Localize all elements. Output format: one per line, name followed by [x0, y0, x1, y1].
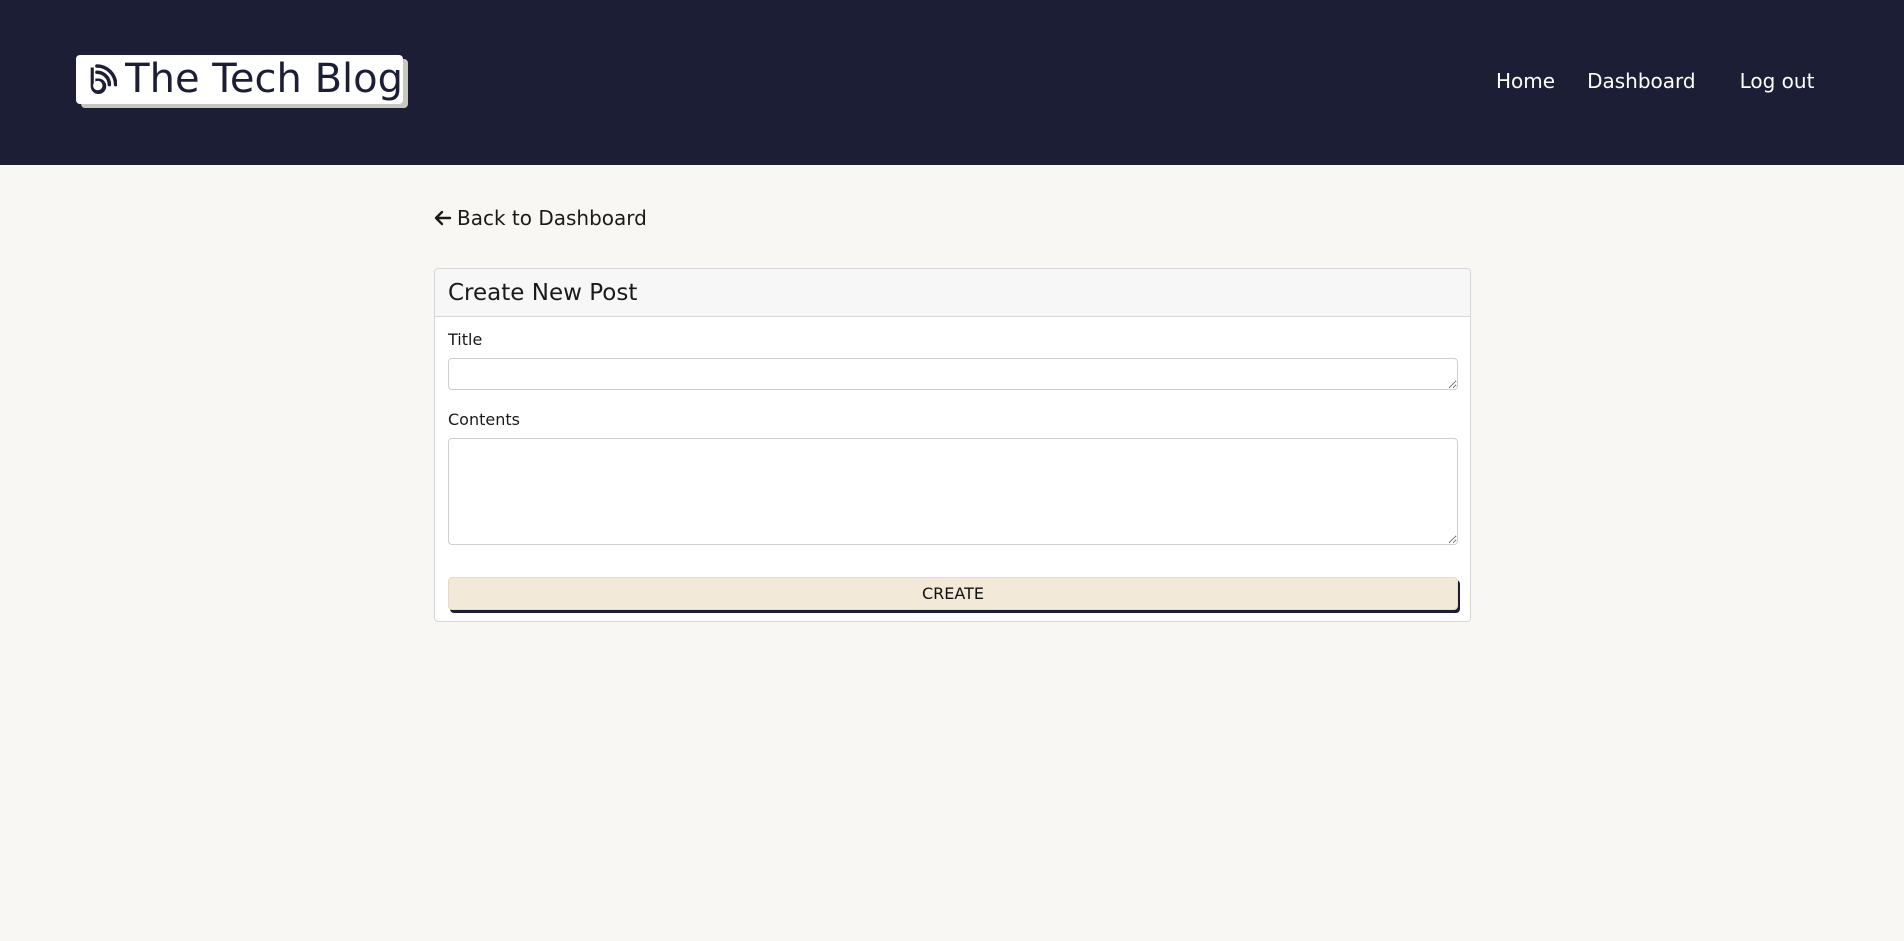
nav-home-link[interactable]: Home: [1496, 69, 1555, 93]
arrow-left-icon: [434, 210, 452, 226]
title-input[interactable]: [448, 358, 1458, 390]
back-to-dashboard-link[interactable]: Back to Dashboard: [434, 204, 647, 232]
main-nav: Home Dashboard Log out: [1496, 67, 1814, 95]
create-button[interactable]: CREATE: [448, 577, 1458, 610]
contents-label: Contents: [448, 410, 520, 429]
blog-icon: [90, 63, 118, 94]
card-header: Create New Post: [435, 269, 1470, 317]
site-title: The Tech Blog: [125, 56, 403, 102]
nav-dashboard-link[interactable]: Dashboard: [1587, 69, 1696, 93]
contents-input[interactable]: [448, 438, 1458, 545]
new-post-card: Create New Post Title Contents CREATE: [434, 268, 1471, 622]
site-header: The Tech Blog Home Dashboard Log out: [0, 0, 1904, 165]
back-link-label: Back to Dashboard: [457, 206, 647, 230]
nav-logout-link[interactable]: Log out: [1740, 69, 1815, 93]
site-logo[interactable]: The Tech Blog: [76, 55, 403, 104]
title-label: Title: [448, 330, 483, 349]
form-title: Create New Post: [448, 279, 638, 306]
new-post-form: Title Contents CREATE: [435, 317, 1470, 610]
